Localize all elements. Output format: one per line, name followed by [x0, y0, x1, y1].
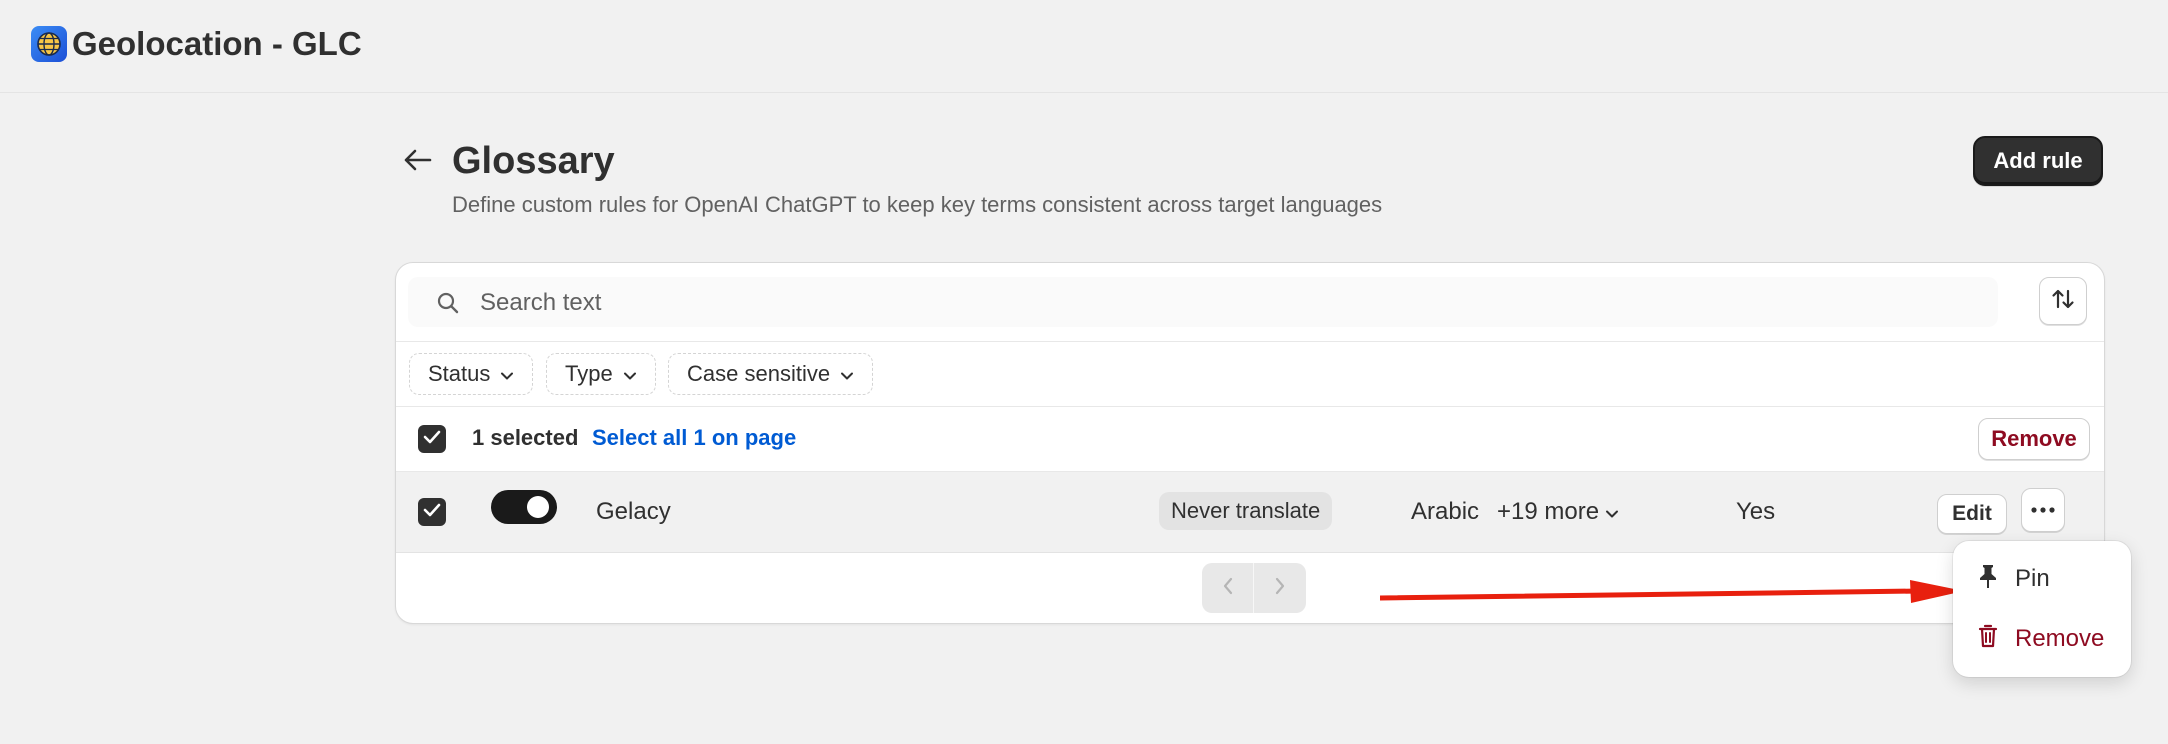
menu-item-remove[interactable]: Remove	[1953, 611, 2131, 667]
menu-item-label: Pin	[2015, 565, 2050, 592]
selected-count: 1 selected	[472, 425, 579, 450]
pagination	[1202, 563, 1306, 613]
sort-button[interactable]	[2039, 277, 2087, 325]
next-page-button[interactable]	[1254, 563, 1306, 613]
page-subtitle: Define custom rules for OpenAI ChatGPT t…	[452, 192, 1383, 217]
chevron-down-icon	[1605, 495, 1619, 529]
select-all-checkbox[interactable]	[418, 425, 446, 453]
filter-status[interactable]: Status	[409, 353, 534, 395]
back-arrow-icon[interactable]	[400, 142, 436, 178]
search-box[interactable]	[408, 277, 1998, 327]
chevron-down-icon	[840, 361, 854, 387]
case-sensitive-value: Yes	[1736, 498, 1776, 525]
globe-icon	[31, 26, 67, 62]
chevron-left-icon	[1222, 577, 1234, 600]
trash-icon	[1977, 623, 1999, 656]
more-languages-label: +19 more	[1497, 498, 1600, 525]
checkmark-icon	[423, 430, 441, 449]
filter-label: Case sensitive	[687, 361, 831, 386]
table-row[interactable]: Gelacy Never translate Arabic +19 more Y…	[396, 472, 2104, 553]
rule-type-badge: Never translate	[1159, 492, 1333, 530]
top-bar: Geolocation - GLC	[0, 0, 2168, 93]
toggle-knob	[527, 496, 549, 518]
glossary-card: Status Type Case sensitive 1 selected Se…	[395, 262, 2105, 624]
search-icon	[436, 291, 460, 315]
add-rule-button[interactable]: Add rule	[1973, 136, 2103, 186]
more-actions-button[interactable]	[2021, 488, 2065, 532]
search-input[interactable]	[478, 285, 1982, 321]
menu-item-label: Remove	[2015, 625, 2105, 652]
rule-language: Arabic	[1411, 498, 1480, 525]
filter-case-sensitive[interactable]: Case sensitive	[668, 353, 874, 395]
more-languages-button[interactable]: +19 more	[1497, 495, 1619, 529]
annotation-arrow	[1380, 580, 1964, 603]
select-all-link[interactable]: Select all 1 on page	[592, 423, 796, 453]
actions-popover: Pin Remove	[1953, 541, 2131, 677]
filter-type[interactable]: Type	[546, 353, 656, 395]
bulk-actions-row: 1 selected Select all 1 on page Remove	[396, 407, 2104, 472]
pin-icon	[1977, 563, 1999, 596]
filters-row: Status Type Case sensitive	[396, 342, 2104, 407]
search-row	[396, 263, 2104, 342]
chevron-down-icon	[623, 361, 637, 387]
previous-page-button[interactable]	[1202, 563, 1254, 613]
ellipsis-icon	[2030, 501, 2056, 519]
edit-button[interactable]: Edit	[1937, 494, 2007, 534]
chevron-right-icon	[1274, 577, 1286, 600]
menu-item-pin[interactable]: Pin	[1953, 551, 2131, 607]
app-title: Geolocation - GLC	[72, 25, 362, 62]
bulk-remove-button[interactable]: Remove	[1978, 418, 2090, 460]
filter-label: Type	[565, 361, 613, 386]
enabled-toggle[interactable]	[491, 490, 557, 524]
checkmark-icon	[423, 503, 441, 522]
row-checkbox[interactable]	[418, 498, 446, 526]
chevron-down-icon	[500, 361, 514, 387]
sort-icon	[2050, 286, 2076, 317]
filter-label: Status	[428, 361, 491, 386]
page-title: Glossary	[452, 140, 615, 182]
rule-term: Gelacy	[596, 498, 671, 525]
